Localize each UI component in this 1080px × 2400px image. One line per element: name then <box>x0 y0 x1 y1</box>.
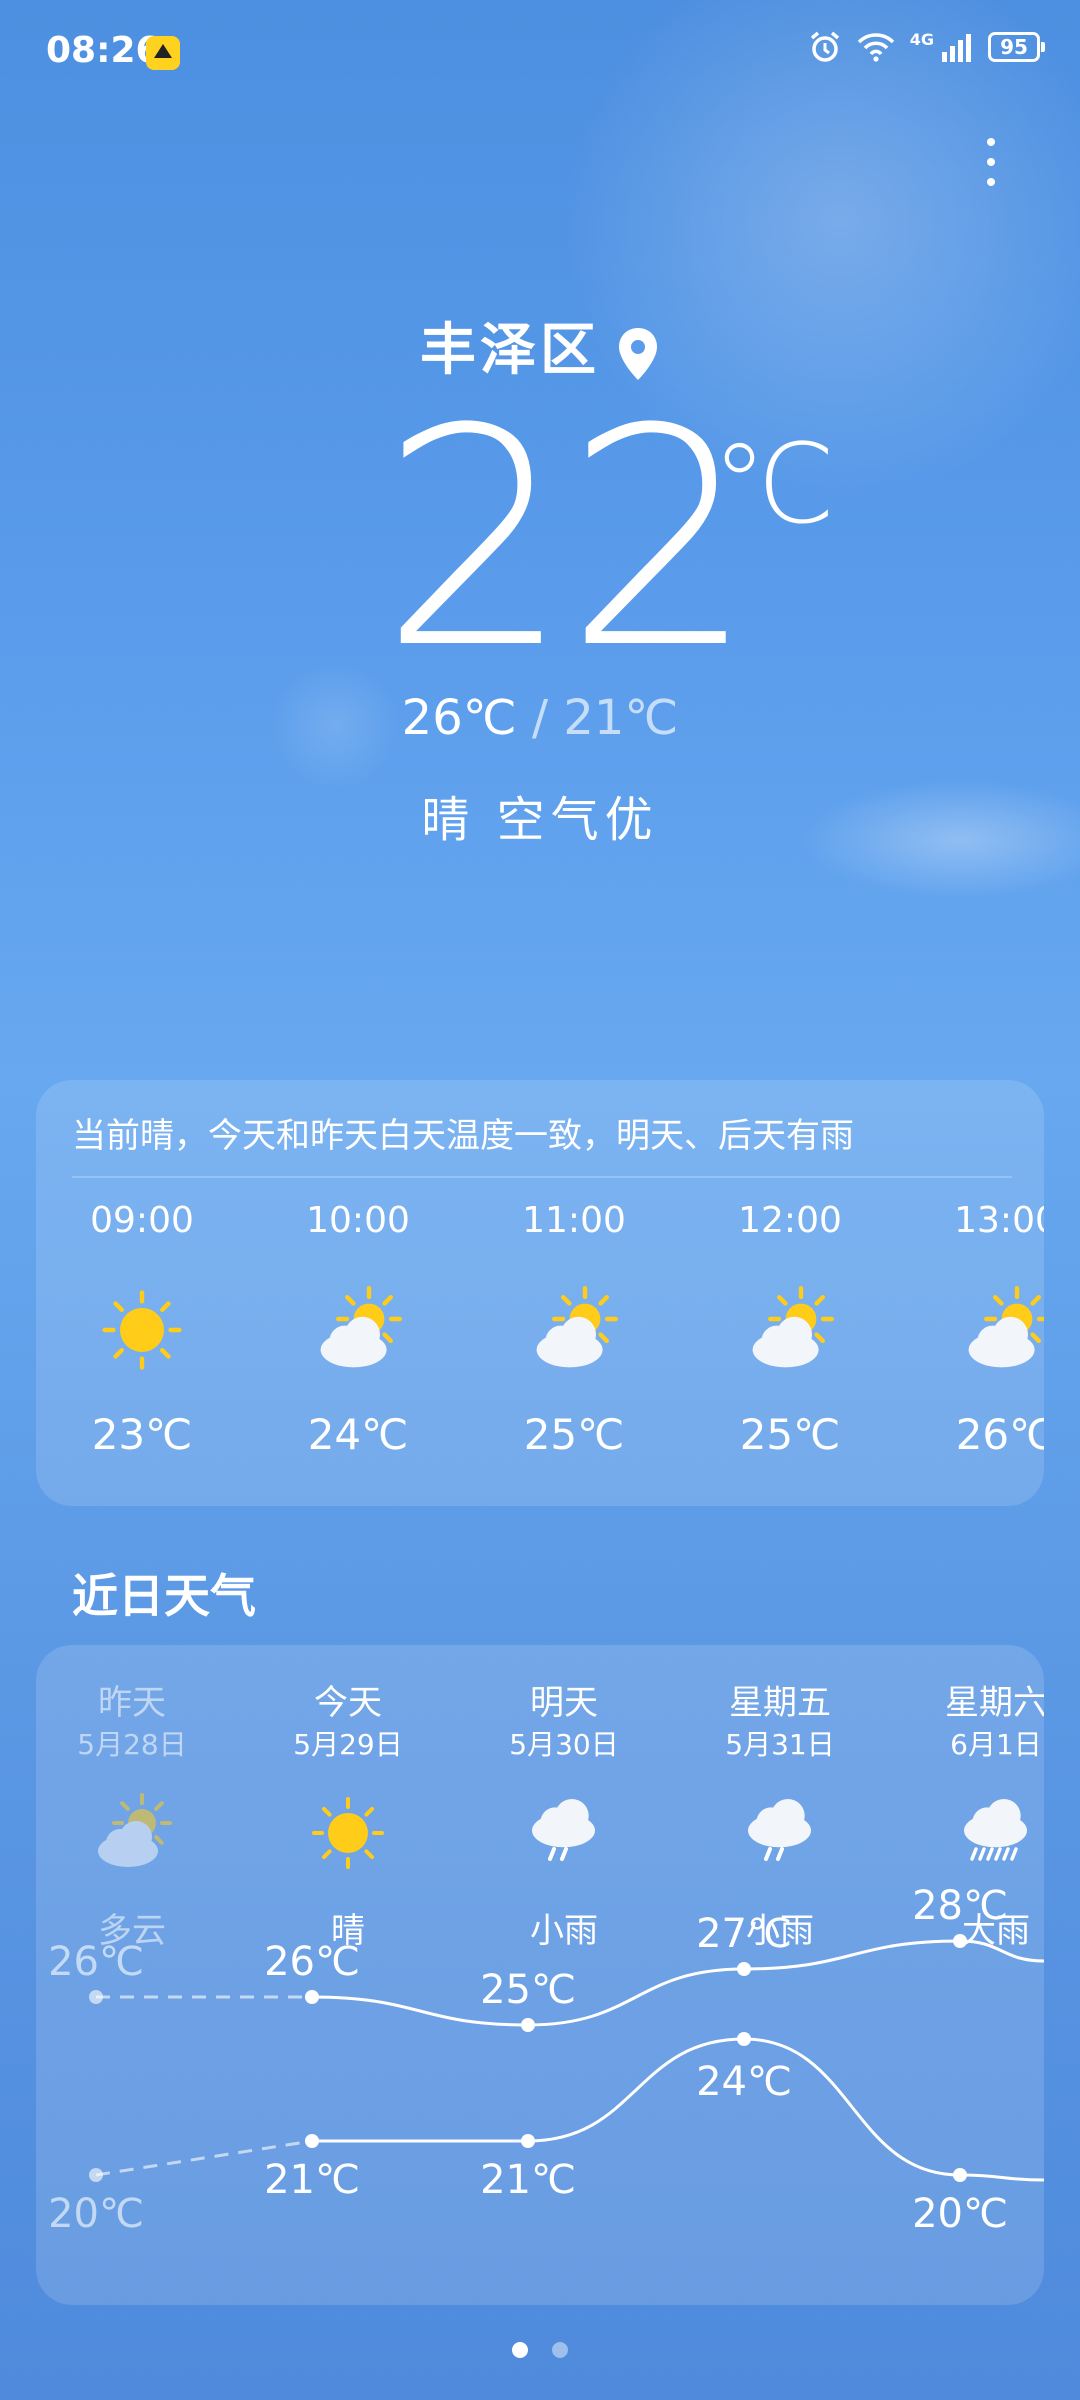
heavy-rain-icon <box>906 1783 1044 1883</box>
low-temp-label: 24℃ <box>696 2059 792 2105</box>
current-condition: 晴 空气优 <box>421 792 659 848</box>
hour-temp: 23℃ <box>91 1410 193 1459</box>
partly-cloudy-icon <box>504 1250 644 1410</box>
daily-item[interactable]: 昨天 5月28日 多云 <box>42 1675 222 1952</box>
high-temp-label: 27℃ <box>696 1911 792 1957</box>
battery-icon: 95 <box>988 32 1045 62</box>
day-name: 昨天 <box>98 1683 166 1723</box>
hour-time: 09:00 <box>90 1200 194 1241</box>
day-date: 5月31日 <box>725 1728 835 1761</box>
hourly-item: 13:00 26℃ <box>936 1200 1044 1459</box>
page-indicator[interactable] <box>0 2342 1080 2362</box>
low-temp-line <box>312 2037 1044 2182</box>
hourly-item: 10:00 24℃ <box>288 1200 428 1459</box>
high-temp-label: 25℃ <box>480 1967 576 2013</box>
hour-time: 11:00 <box>522 1200 626 1241</box>
alarm-icon <box>810 31 839 62</box>
today-low: 21℃ <box>563 690 679 746</box>
partly-cloudy-icon <box>288 1250 428 1410</box>
day-name: 星期五 <box>729 1683 831 1723</box>
daily-item[interactable]: 今天 5月29日 晴 <box>258 1675 438 1952</box>
day-name: 今天 <box>314 1683 382 1723</box>
light-rain-icon <box>474 1783 654 1883</box>
high-temp-point <box>737 1962 751 1976</box>
day-date: 5月30日 <box>509 1728 619 1761</box>
hourly-item: 09:00 23℃ <box>72 1200 212 1459</box>
day-name: 明天 <box>530 1683 598 1723</box>
current-temperature: 22 <box>380 365 756 714</box>
high-temp-label: 28℃ <box>912 1883 1008 1929</box>
page-dot-1[interactable] <box>512 2342 528 2358</box>
status-bar: 08:26 4G 95 <box>0 0 1080 105</box>
sun-icon <box>258 1783 438 1883</box>
page-dot-2[interactable] <box>552 2342 568 2358</box>
today-temp-range: 26℃ / 21℃ <box>0 690 1080 746</box>
card-divider <box>72 1176 1012 1178</box>
high-temp-point <box>305 1990 319 2004</box>
high-temp-label: 26℃ <box>48 1939 144 1985</box>
high-temp-line <box>311 1939 1044 2027</box>
hourly-forecast-card[interactable]: 当前晴，今天和昨天白天温度一致，明天、后天有雨 09:00 23℃ 10:00 2… <box>36 1080 1044 1506</box>
today-high: 26℃ <box>401 690 517 746</box>
partly-cloudy-icon <box>720 1250 860 1410</box>
hourly-item: 12:00 25℃ <box>720 1200 860 1459</box>
hour-temp: 25℃ <box>523 1410 625 1459</box>
partly-cloudy-icon <box>42 1783 222 1883</box>
low-temp-point <box>737 2032 751 2046</box>
daily-item[interactable]: 明天 5月30日 小雨 <box>474 1675 654 1952</box>
temperature-trend-chart: 26℃ 26℃ 25℃ 27℃ 28℃ 20℃ 21℃ 21℃ 24℃ 20℃ <box>48 1883 1044 2237</box>
sun-icon <box>72 1250 212 1410</box>
hour-time: 10:00 <box>306 1200 410 1241</box>
low-temp-point <box>305 2134 319 2148</box>
weather-summary: 当前晴，今天和昨天白天温度一致，明天、后天有雨 <box>72 1116 854 1156</box>
hour-temp: 26℃ <box>955 1410 1044 1459</box>
daily-forecast-card[interactable]: 昨天 5月28日 多云 今天 5月29日 晴明天 5月30日 小雨 星期五 5月31… <box>36 1645 1044 2305</box>
hour-temp: 25℃ <box>739 1410 841 1459</box>
day-date: 6月1日 <box>950 1728 1042 1761</box>
low-temp-point <box>89 2168 103 2182</box>
hourly-item: 11:00 25℃ <box>504 1200 644 1459</box>
battery-level: 95 <box>1000 35 1028 59</box>
day-date: 5月29日 <box>293 1728 403 1761</box>
signal-icon <box>942 34 971 62</box>
high-temp-point <box>953 1934 967 1948</box>
low-temp-point <box>521 2134 535 2148</box>
day-date: 5月28日 <box>77 1728 187 1761</box>
low-temp-label: 21℃ <box>264 2157 360 2203</box>
daily-section-title: 近日天气 <box>72 1569 256 1623</box>
network-type-label: 4G <box>909 29 934 49</box>
wifi-icon <box>857 33 894 62</box>
hour-time: 13:00 <box>954 1200 1044 1241</box>
status-time: 08:26 <box>46 30 161 71</box>
low-temp-point <box>953 2168 967 2182</box>
day-name: 星期六 <box>945 1683 1044 1723</box>
high-temp-point <box>89 1990 103 2004</box>
partly-cloudy-icon <box>936 1250 1044 1410</box>
hour-temp: 24℃ <box>307 1410 409 1459</box>
high-temp-label: 26℃ <box>264 1939 360 1985</box>
low-temp-label: 20℃ <box>48 2191 144 2237</box>
low-temp-label: 20℃ <box>912 2191 1008 2237</box>
low-temp-label: 21℃ <box>480 2157 576 2203</box>
hour-time: 12:00 <box>738 1200 842 1241</box>
light-rain-icon <box>690 1783 870 1883</box>
temperature-unit: ℃ <box>712 420 836 548</box>
range-separator: / <box>531 690 549 746</box>
more-menu-button[interactable] <box>966 128 1016 208</box>
notification-app-icon <box>146 36 180 70</box>
high-temp-point <box>521 2018 535 2032</box>
